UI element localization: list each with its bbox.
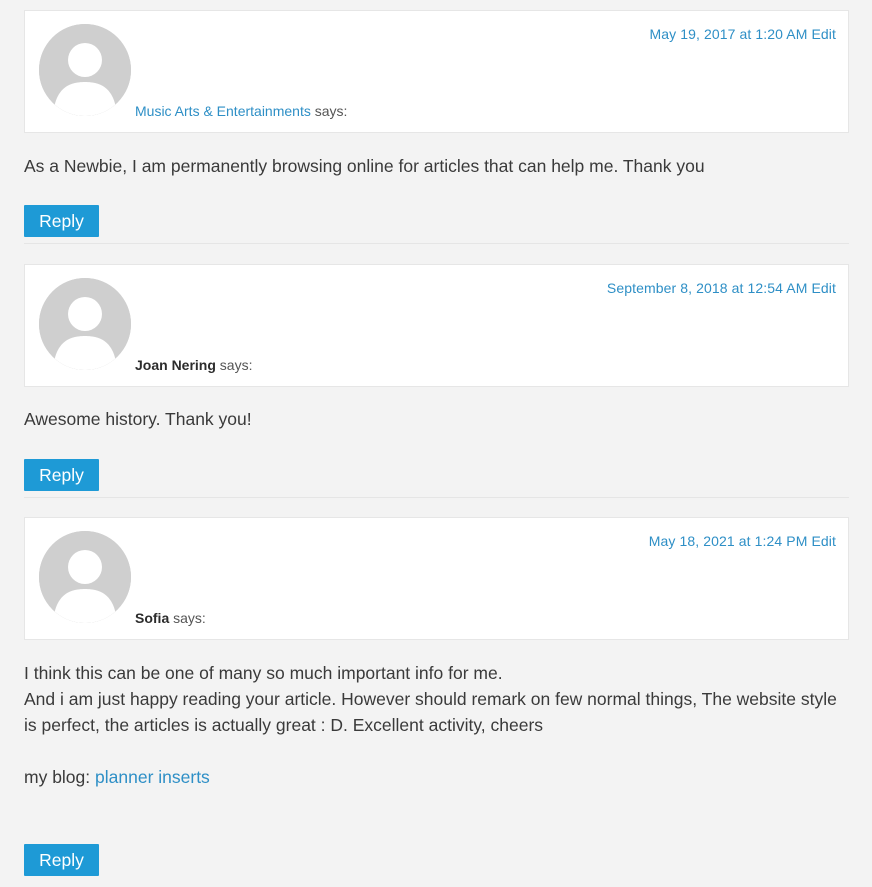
- comment-body: As a Newbie, I am permanently browsing o…: [24, 153, 849, 179]
- author-name: Sofia: [135, 610, 170, 626]
- reply-button[interactable]: Reply: [24, 205, 99, 237]
- says-label: says:: [314, 103, 348, 119]
- comment-meta-box: May 19, 2017 at 1:20 AM Edit Music Arts …: [24, 10, 849, 133]
- blog-line: my blog: planner inserts: [24, 764, 849, 790]
- author-line: Joan Nering says:: [135, 357, 252, 373]
- default-avatar-icon: [39, 531, 131, 623]
- author-line: Sofia says:: [135, 610, 206, 626]
- says-label: says:: [219, 357, 253, 373]
- comment-paragraph: As a Newbie, I am permanently browsing o…: [24, 156, 705, 176]
- edit-link[interactable]: Edit: [811, 533, 836, 549]
- comment-date-link[interactable]: September 8, 2018 at 12:54 AM Edit: [607, 280, 836, 296]
- edit-link[interactable]: Edit: [811, 26, 836, 42]
- author-line: Music Arts & Entertainments says:: [135, 103, 347, 119]
- comment-body: I think this can be one of many so much …: [24, 660, 849, 790]
- comment-date-link[interactable]: May 18, 2021 at 1:24 PM Edit: [649, 533, 836, 549]
- comment-meta-box: September 8, 2018 at 12:54 AM Edit Joan …: [24, 264, 849, 387]
- author-name: Joan Nering: [135, 357, 216, 373]
- comment-date-link[interactable]: May 19, 2017 at 1:20 AM Edit: [650, 26, 837, 42]
- author-link[interactable]: Music Arts & Entertainments: [135, 103, 311, 119]
- blog-link[interactable]: planner inserts: [95, 767, 210, 787]
- reply-button[interactable]: Reply: [24, 844, 99, 876]
- says-label: says:: [173, 610, 206, 626]
- comment-meta-box: May 18, 2021 at 1:24 PM Edit Sofia says:: [24, 517, 849, 640]
- comment-divider: [24, 497, 849, 498]
- comment-paragraph: is perfect, the articles is actually gre…: [24, 715, 544, 735]
- comment-body: Awesome history. Thank you!: [24, 406, 849, 432]
- reply-button[interactable]: Reply: [24, 459, 99, 491]
- comment-paragraph: And i am just happy reading your article…: [24, 689, 837, 709]
- default-avatar-icon: [39, 278, 131, 370]
- comment-paragraph: I think this can be one of many so much …: [24, 663, 503, 683]
- default-avatar-icon: [39, 24, 131, 116]
- comment-divider: [24, 243, 849, 244]
- edit-link[interactable]: Edit: [811, 280, 836, 296]
- comment-paragraph: Awesome history. Thank you!: [24, 409, 252, 429]
- blog-prefix: my blog:: [24, 767, 91, 787]
